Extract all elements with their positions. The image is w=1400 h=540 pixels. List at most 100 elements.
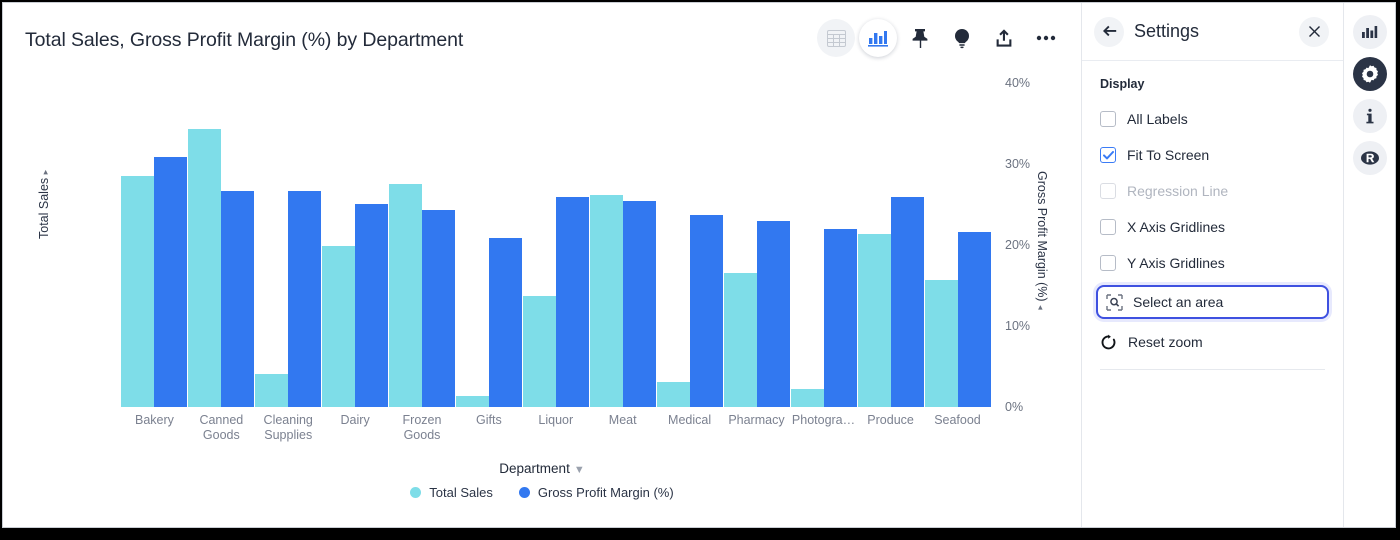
y-axis-tick-right: 40% — [1005, 76, 1031, 90]
bar-gross-profit-margin[interactable] — [422, 209, 456, 407]
legend-label: Gross Profit Margin (%) — [537, 485, 674, 500]
settings-title: Settings — [1134, 21, 1200, 41]
rail-r-logo-icon-button[interactable] — [1352, 141, 1387, 175]
arrow-left-icon — [1102, 25, 1116, 37]
bar-group[interactable] — [322, 73, 389, 407]
y-axis-title-right-text: Gross Profit Margin (%) — [1035, 171, 1049, 302]
bar-total-sales[interactable] — [456, 395, 490, 407]
bar-gross-profit-margin[interactable] — [823, 229, 857, 407]
bar-gross-profit-margin[interactable] — [154, 156, 188, 407]
rail-info-icon-button[interactable] — [1352, 99, 1387, 133]
x-axis-label: Liquor — [538, 413, 574, 427]
x-axis-title[interactable]: Department ▼ — [3, 461, 1081, 476]
legend-swatch-icon — [410, 487, 422, 498]
bar-gross-profit-margin[interactable] — [221, 190, 255, 407]
select-an-area-label: Select an area — [1133, 294, 1224, 310]
r-logo-icon — [1360, 151, 1379, 165]
checkbox-icon[interactable] — [1100, 111, 1116, 127]
bar-total-sales[interactable] — [389, 184, 423, 407]
bar-group[interactable] — [255, 73, 322, 407]
y-axis-title-left[interactable]: Total Sales ▸ — [37, 170, 51, 239]
y-axis-tick-right: 30% — [1005, 157, 1031, 171]
settings-header: Settings — [1082, 3, 1343, 61]
x-axis-label: Medical — [668, 413, 712, 427]
x-axis-title-text: Department — [499, 461, 570, 476]
bar-total-sales[interactable] — [790, 388, 824, 407]
back-button[interactable] — [1094, 16, 1124, 47]
settings-body: Display All Labels Fit To Screen Regressio… — [1082, 61, 1343, 370]
display-option-label: X Axis Gridlines — [1127, 219, 1226, 235]
app-window: Total Sales, Gross Profit Margin (%) by … — [2, 2, 1396, 528]
x-axis-label: Meat — [608, 413, 637, 427]
bar-total-sales[interactable] — [857, 234, 891, 407]
settings-divider — [1100, 369, 1325, 370]
close-button[interactable] — [1299, 16, 1329, 47]
bar-gross-profit-margin[interactable] — [355, 204, 389, 407]
bar-total-sales[interactable] — [589, 195, 623, 407]
bar-group[interactable] — [857, 73, 924, 407]
rail-bar-chart-icon-button[interactable] — [1352, 15, 1387, 49]
display-option-label: Regression Line — [1127, 183, 1229, 199]
bar-total-sales[interactable] — [924, 280, 958, 407]
bar-group[interactable] — [389, 73, 456, 407]
bar-gross-profit-margin[interactable] — [288, 190, 322, 407]
bar-group[interactable] — [188, 73, 255, 407]
bar-gross-profit-margin[interactable] — [890, 196, 924, 407]
reset-zoom-label: Reset zoom — [1128, 334, 1203, 350]
y-axis-tick-right: 20% — [1005, 238, 1031, 252]
bar-gross-profit-margin[interactable] — [957, 231, 991, 407]
bar-total-sales[interactable] — [656, 381, 690, 407]
rail-gear-icon-button[interactable] — [1352, 57, 1387, 91]
x-axis-label: Seafood — [934, 413, 981, 427]
bar-total-sales[interactable] — [121, 175, 155, 407]
bar-group[interactable] — [723, 73, 790, 407]
bar-total-sales[interactable] — [322, 245, 356, 407]
reset-zoom-button[interactable]: Reset zoom — [1082, 323, 1343, 361]
bar-group[interactable] — [589, 73, 656, 407]
bar-total-sales[interactable] — [723, 273, 757, 407]
select-an-area-button[interactable]: Select an area — [1096, 285, 1329, 319]
display-option[interactable]: All Labels — [1082, 101, 1343, 137]
settings-panel: Settings Display All Labels Fit To Screen… — [1081, 3, 1343, 527]
bar-chart-icon — [1362, 25, 1378, 38]
checkbox-icon[interactable] — [1100, 219, 1116, 235]
display-option[interactable]: Fit To Screen — [1082, 137, 1343, 173]
display-option-label: Y Axis Gridlines — [1127, 255, 1225, 271]
y-axis-title-right[interactable]: Gross Profit Margin (%) ◂ — [1035, 171, 1049, 310]
bar-gross-profit-margin[interactable] — [756, 220, 790, 407]
reset-zoom-icon — [1101, 334, 1116, 349]
bar-group[interactable] — [656, 73, 723, 407]
y-axis-tick-right: 0% — [1005, 400, 1024, 414]
bar-group[interactable] — [522, 73, 590, 407]
chart-legend: Total Sales Gross Profit Margin (%) — [3, 485, 1081, 500]
bar-total-sales[interactable] — [522, 295, 556, 407]
bar-gross-profit-margin[interactable] — [622, 200, 656, 407]
bar-group[interactable] — [790, 73, 857, 407]
bar-group[interactable] — [924, 73, 991, 407]
display-option-label: All Labels — [1127, 111, 1188, 127]
checkbox-icon — [1100, 183, 1116, 199]
display-section-label: Display — [1100, 77, 1145, 91]
legend-item-gross-profit-margin[interactable]: Gross Profit Margin (%) — [518, 485, 674, 500]
display-option: Regression Line — [1082, 173, 1343, 209]
bar-total-sales[interactable] — [188, 128, 222, 407]
bar-group[interactable] — [456, 73, 523, 407]
bar-group-container — [121, 73, 991, 407]
x-axis-label: Bakery — [134, 413, 174, 427]
bar-total-sales[interactable] — [255, 373, 289, 407]
display-options-list: All Labels Fit To Screen Regression Line X … — [1082, 101, 1343, 281]
close-icon — [1308, 26, 1320, 37]
checkbox-checked-icon[interactable] — [1100, 147, 1116, 163]
bar-gross-profit-margin[interactable] — [555, 196, 589, 407]
bar-gross-profit-margin[interactable] — [489, 237, 523, 407]
legend-item-total-sales[interactable]: Total Sales — [410, 485, 493, 500]
display-option[interactable]: Y Axis Gridlines — [1082, 245, 1343, 281]
bar-group[interactable] — [121, 73, 188, 407]
x-axis-label: Dairy — [340, 413, 370, 427]
display-option-label: Fit To Screen — [1127, 147, 1210, 163]
checkbox-icon[interactable] — [1100, 255, 1116, 271]
bar-gross-profit-margin[interactable] — [689, 214, 723, 407]
chevron-down-icon: ▼ — [573, 464, 585, 476]
display-option[interactable]: X Axis Gridlines — [1082, 209, 1343, 245]
x-axis-label: Frozen Goods — [402, 413, 442, 442]
